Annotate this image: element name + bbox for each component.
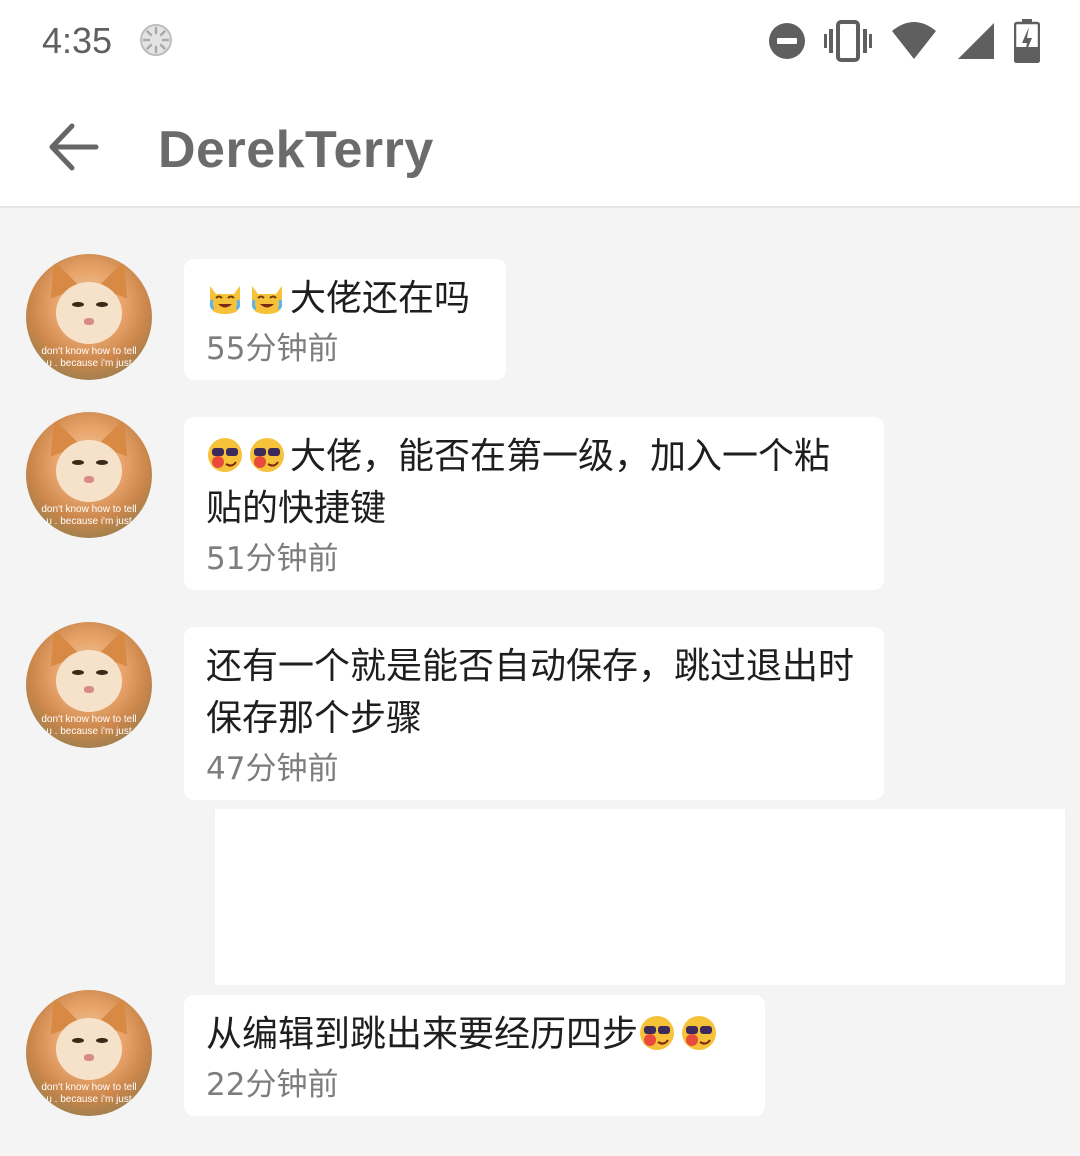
message-bubble[interactable]: 从编辑到跳出来要经历四步 22分钟前 (184, 995, 765, 1116)
crying-laughing-cat-emoji (209, 286, 241, 314)
sunglasses-wave-emoji (208, 438, 242, 472)
message-time: 55分钟前 (206, 331, 339, 367)
vibrate-icon (824, 20, 872, 62)
message-text: 从编辑到跳出来要经历四步 (206, 1014, 639, 1055)
do-not-disturb-icon (769, 23, 805, 59)
status-time: 4:35 (42, 20, 113, 61)
crying-laughing-cat-emoji (251, 286, 283, 314)
cellular-signal-icon (958, 23, 994, 59)
message-bubble[interactable]: 大佬，能否在第一级，加入一个粘贴的快捷键 51分钟前 (184, 417, 884, 590)
status-bar: 4:35 (0, 0, 1080, 84)
sunglasses-wave-emoji (682, 1016, 717, 1050)
sunglasses-wave-emoji (640, 1016, 675, 1050)
app-bar: DerekTerry (0, 84, 1080, 208)
avatar[interactable]: don't know how to tell u . because i'm j… (26, 254, 152, 380)
sync-icon (140, 24, 172, 56)
sunglasses-wave-emoji (250, 438, 284, 472)
page-title: DerekTerry (158, 121, 434, 179)
message-text: 还有一个就是能否自动保存，跳过退出时保存那个步骤 (206, 646, 855, 739)
message-time: 47分钟前 (206, 751, 339, 787)
arrow-back-icon[interactable] (46, 122, 102, 172)
avatar[interactable]: don't know how to tell u . because i'm j… (26, 412, 152, 538)
message-time: 22分钟前 (206, 1067, 339, 1103)
message-bubble[interactable]: 还有一个就是能否自动保存，跳过退出时保存那个步骤 47分钟前 (184, 627, 884, 800)
message-text: 大佬，能否在第一级，加入一个粘贴的快捷键 (206, 436, 831, 529)
wifi-icon (892, 22, 936, 59)
avatar[interactable]: don't know how to tell u . because i'm j… (26, 990, 152, 1116)
avatar[interactable]: don't know how to tell u . because i'm j… (26, 622, 152, 748)
blank-card (215, 809, 1065, 985)
message-time: 51分钟前 (206, 541, 339, 577)
battery-charging-icon (1014, 19, 1040, 63)
message-text: 大佬还在吗 (290, 278, 471, 319)
message-bubble[interactable]: 大佬还在吗 55分钟前 (184, 259, 506, 380)
